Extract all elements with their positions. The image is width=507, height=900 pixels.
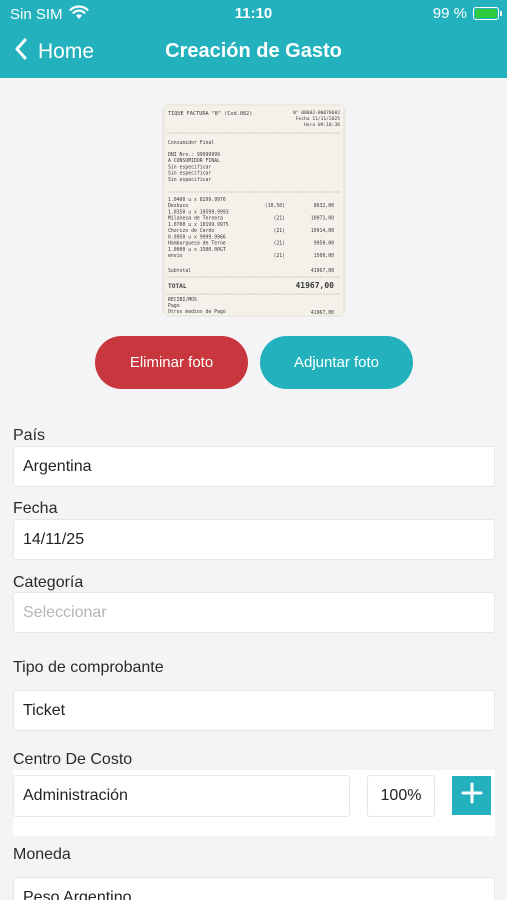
receipt-item-tax: (21) [273,241,285,247]
nav-bar: Home Creación de Gasto [0,28,507,78]
cost-center-name-field[interactable]: Administración [13,775,350,817]
currency-field[interactable]: Peso Argentino [13,877,495,900]
receipt-item-amount: 10971,00 [311,216,334,222]
receipt-customer-line: Consumidor Final [168,140,214,146]
plus-icon [461,782,483,809]
receipt-date: Fecha 11/11/2025 [296,116,340,122]
receipt-item-name: Chorizo de Cerdo [168,228,214,234]
receipt-item-qty: 1.0000 u x 1500.00GT [168,247,226,253]
receipt-header-right: N° 00002-00070682 [293,110,340,116]
category-label: Categoría [13,574,84,591]
currency-label: Moneda [13,846,71,863]
receipt-item-amount: 8632,00 [314,203,334,209]
delete-photo-button[interactable]: Eliminar foto [95,336,248,389]
receipt-item-name: Milanesa de Ternera [168,216,223,222]
receipt-item-tax: (10,50) [265,203,285,209]
receipt-item-tax: (21) [273,253,285,259]
receipt-footer-amount: 41967,00 [311,310,334,316]
receipt-customer-line: Sin especificar [168,171,211,177]
add-cost-center-button[interactable] [452,776,491,815]
battery-group: 99 % [432,5,502,22]
receipt-customer-line: Sin especificar [168,164,211,170]
receipt-footer-line: RECIBI/MOS [168,297,197,303]
receipt-item-tax: (21) [273,216,285,222]
category-select[interactable]: Seleccionar [13,592,495,633]
receipt-item-name: Hamburguesa de Terne [168,241,226,247]
receipt-type-label: Tipo de comprobante [13,659,164,676]
receipt-item-amount: 1500,00 [314,253,334,259]
cost-center-label: Centro De Costo [13,751,133,768]
receipt-footer-line: Otros medios de Pago [168,309,226,315]
receipt-item-qty: 0.9950 u x 9999.9966 [168,235,226,241]
receipt-item-qty: 1.0700 u x 10199.9975 [168,222,229,228]
receipt-customer-line: Sin especificar [168,177,211,183]
date-label: Fecha [13,500,58,517]
receipt-subtotal-label: Subtotal [168,268,191,274]
receipt-subtotal: 41967,00 [311,268,334,274]
receipt-photo[interactable]: TIQUE FACTURA "B" (Cod.082) N° 00002-000… [162,104,346,317]
receipt-customer-line: A CONSUMIDOR FINAL [168,158,220,164]
receipt-customer-line: DNI Nro.: 99999999 [168,152,220,158]
country-field[interactable]: Argentina [13,446,495,487]
receipt-total: 41967,00 [295,281,334,290]
page-title: Creación de Gasto [165,40,342,62]
country-label: País [13,427,46,444]
receipt-item-amount: 10914,00 [311,228,334,234]
battery-percent: 99 % [432,5,467,22]
receipt-item-qty: 1.0400 u x 8299.9976 [168,197,226,203]
date-field[interactable]: 14/11/25 [13,519,495,560]
receipt-item-name: Desbuco [168,203,188,209]
status-time: 11:10 [234,5,273,22]
receipt-item-amount: 9950,00 [314,241,334,247]
receipt-item-name: envio [168,253,183,259]
receipt-footer-line: Pago [168,303,180,309]
receipt-total-label: TOTAL [168,283,187,290]
receipt-item-tax: (21) [273,228,285,234]
battery-icon [473,7,502,20]
cost-center-percent-field[interactable]: 100% [367,775,435,817]
receipt-header-left: TIQUE FACTURA "B" (Cod.082) [168,111,252,117]
cost-center-panel: Administración 100% [13,770,495,836]
attach-photo-button[interactable]: Adjuntar foto [260,336,413,389]
receipt-item-qty: 1.0350 u x 10599.9993 [168,210,229,216]
status-bar: Sin SIM 11:10 99 % [0,0,507,28]
receipt-type-field[interactable]: Ticket [13,690,495,731]
receipt-hour: Hora 09:10:36 [304,122,340,128]
